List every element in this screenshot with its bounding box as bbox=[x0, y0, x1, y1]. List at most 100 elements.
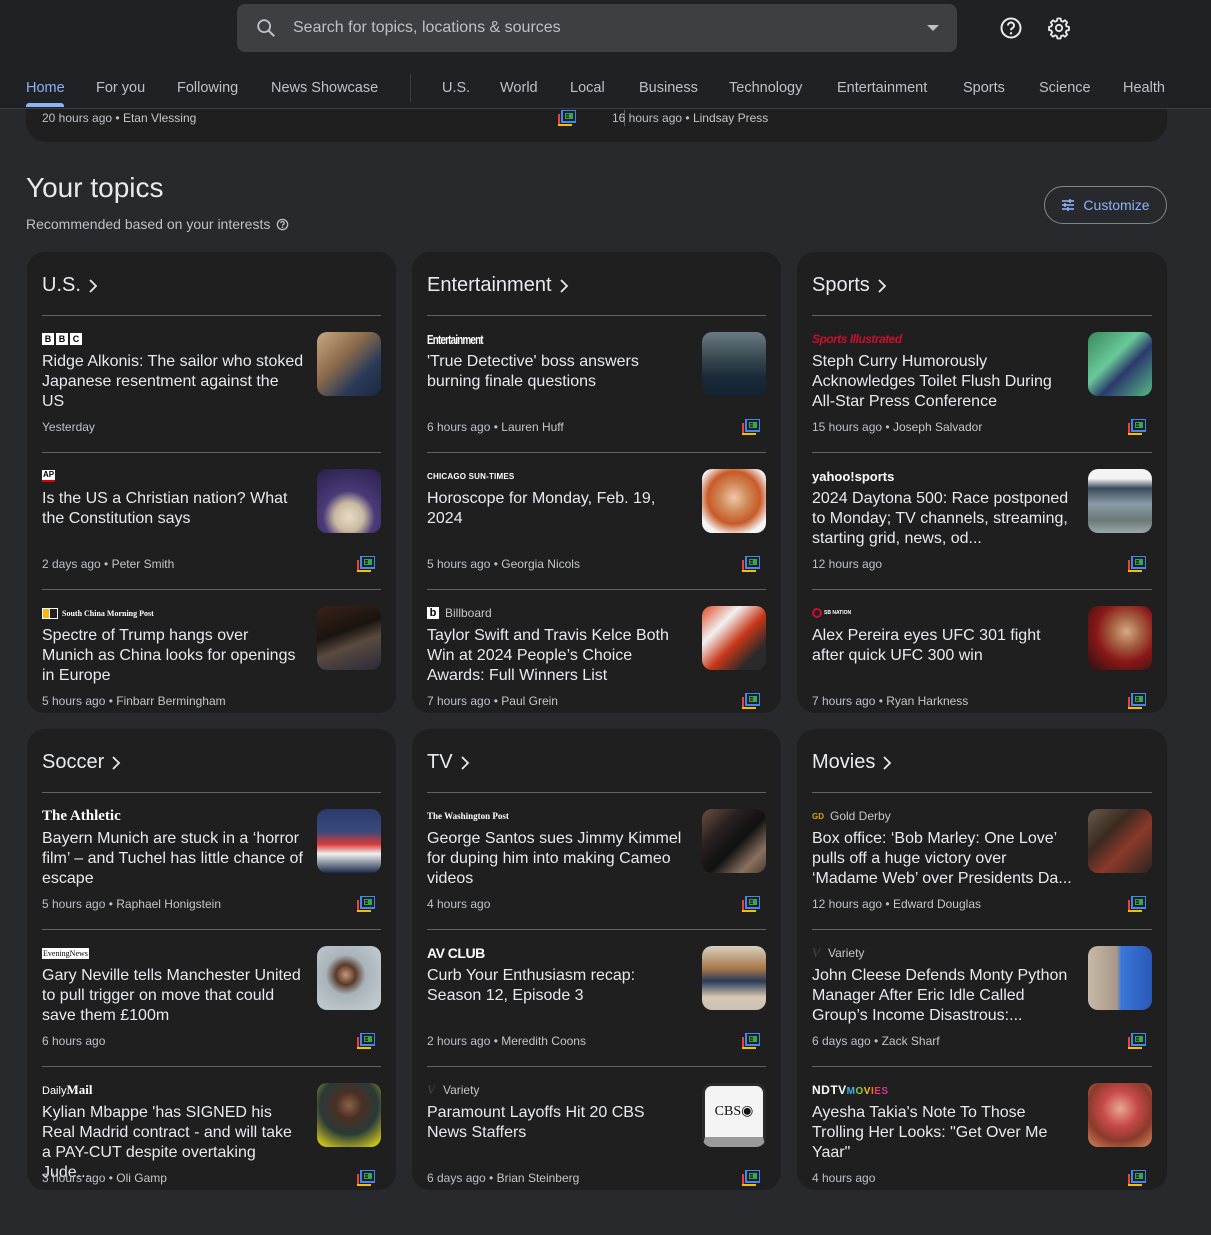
story-item[interactable]: The Washington Post George Santos sues J… bbox=[427, 793, 766, 930]
tab-health[interactable]: Health bbox=[1123, 80, 1165, 96]
customize-button[interactable]: Customize bbox=[1044, 186, 1167, 224]
help-icon[interactable] bbox=[276, 218, 289, 231]
full-coverage-icon[interactable] bbox=[1128, 419, 1146, 435]
topic-title[interactable]: TV bbox=[427, 751, 453, 774]
story-thumbnail[interactable] bbox=[702, 809, 766, 873]
story-item[interactable]: NDTVMOVIES Ayesha Takia's Note To Those … bbox=[812, 1067, 1152, 1204]
story-headline[interactable]: John Cleese Defends Monty Python Manager… bbox=[812, 966, 1074, 1026]
tab-sports[interactable]: Sports bbox=[963, 80, 1005, 96]
story-headline[interactable]: Is the US a Christian nation? What the C… bbox=[42, 489, 304, 529]
gear-icon[interactable] bbox=[1047, 16, 1071, 40]
topic-title[interactable]: Movies bbox=[812, 751, 875, 774]
story-thumbnail[interactable] bbox=[1088, 469, 1152, 533]
topic-header[interactable]: Sports bbox=[812, 266, 1152, 316]
story-headline[interactable]: George Santos sues Jimmy Kimmel for dupi… bbox=[427, 829, 689, 889]
full-coverage-icon[interactable] bbox=[357, 556, 375, 572]
story-item[interactable]: South China Morning Post Spectre of Trum… bbox=[42, 590, 381, 727]
story-thumbnail[interactable] bbox=[317, 1083, 381, 1147]
story-item[interactable]: V Variety John Cleese Defends Monty Pytho… bbox=[812, 930, 1152, 1067]
story-headline[interactable]: Curb Your Enthusiasm recap: Season 12, E… bbox=[427, 966, 689, 1006]
tab-local[interactable]: Local bbox=[570, 80, 605, 96]
story-thumbnail[interactable] bbox=[1088, 606, 1152, 670]
topic-title[interactable]: Entertainment bbox=[427, 274, 552, 297]
story-headline[interactable]: Horoscope for Monday, Feb. 19, 2024 bbox=[427, 489, 689, 529]
tab-technology[interactable]: Technology bbox=[729, 80, 802, 96]
story-thumbnail[interactable] bbox=[702, 606, 766, 670]
story-item[interactable]: BBC Ridge Alkonis: The sailor who stoked… bbox=[42, 316, 381, 453]
story-thumbnail[interactable] bbox=[317, 809, 381, 873]
full-coverage-icon[interactable] bbox=[1128, 693, 1146, 709]
tab-science[interactable]: Science bbox=[1039, 80, 1091, 96]
story-headline[interactable]: Alex Pereira eyes UFC 301 fight after qu… bbox=[812, 626, 1074, 666]
story-item[interactable]: b Billboard Taylor Swift and Travis Kelce… bbox=[427, 590, 766, 727]
story-thumbnail[interactable] bbox=[1088, 946, 1152, 1010]
search-input[interactable] bbox=[293, 19, 927, 37]
full-coverage-icon[interactable] bbox=[742, 896, 760, 912]
story-item[interactable]: AP Is the US a Christian nation? What th… bbox=[42, 453, 381, 590]
tab-following[interactable]: Following bbox=[177, 80, 238, 96]
story-headline[interactable]: Box office: ‘Bob Marley: One Love’ pulls… bbox=[812, 829, 1074, 889]
story-headline[interactable]: Taylor Swift and Travis Kelce Both Win a… bbox=[427, 626, 689, 686]
full-coverage-icon[interactable] bbox=[357, 1170, 375, 1186]
story-thumbnail[interactable] bbox=[1088, 332, 1152, 396]
full-coverage-icon[interactable] bbox=[742, 1170, 760, 1186]
full-coverage-icon[interactable] bbox=[1128, 896, 1146, 912]
story-headline[interactable]: Ayesha Takia's Note To Those Trolling He… bbox=[812, 1103, 1074, 1163]
full-coverage-icon[interactable] bbox=[742, 419, 760, 435]
search-bar[interactable] bbox=[237, 4, 957, 52]
story-item[interactable]: AV CLUB Curb Your Enthusiasm recap: Seas… bbox=[427, 930, 766, 1067]
story-item[interactable]: Sports Illustrated Steph Curry Humorousl… bbox=[812, 316, 1152, 453]
story-headline[interactable]: Ridge Alkonis: The sailor who stoked Jap… bbox=[42, 352, 304, 412]
tab-for-you[interactable]: For you bbox=[96, 80, 145, 96]
story-item[interactable]: GD Gold Derby Box office: ‘Bob Marley: On… bbox=[812, 793, 1152, 930]
full-coverage-icon[interactable] bbox=[742, 693, 760, 709]
story-thumbnail[interactable] bbox=[702, 946, 766, 1010]
story-headline[interactable]: 2024 Daytona 500: Race postponed to Mond… bbox=[812, 489, 1074, 549]
story-headline[interactable]: Steph Curry Humorously Acknowledges Toil… bbox=[812, 352, 1074, 412]
story-item[interactable]: The Athletic Bayern Munich are stuck in … bbox=[42, 793, 381, 930]
story-headline[interactable]: Bayern Munich are stuck in a ‘horror fil… bbox=[42, 829, 304, 889]
story-thumbnail[interactable]: CBS◉ bbox=[702, 1083, 766, 1147]
full-coverage-icon[interactable] bbox=[558, 110, 576, 126]
topic-title[interactable]: U.S. bbox=[42, 274, 81, 297]
story-headline[interactable]: Spectre of Trump hangs over Munich as Ch… bbox=[42, 626, 304, 686]
story-item[interactable]: SB NATION Alex Pereira eyes UFC 301 figh… bbox=[812, 590, 1152, 727]
story-thumbnail[interactable] bbox=[317, 946, 381, 1010]
story-thumbnail[interactable] bbox=[702, 469, 766, 533]
full-coverage-icon[interactable] bbox=[1128, 1033, 1146, 1049]
tab-news-showcase[interactable]: News Showcase bbox=[271, 80, 378, 96]
topic-header[interactable]: Soccer bbox=[42, 743, 381, 793]
topic-header[interactable]: Movies bbox=[812, 743, 1152, 793]
full-coverage-icon[interactable] bbox=[357, 1033, 375, 1049]
story-thumbnail[interactable] bbox=[702, 332, 766, 396]
full-coverage-icon[interactable] bbox=[742, 556, 760, 572]
story-headline[interactable]: Gary Neville tells Manchester United to … bbox=[42, 966, 304, 1026]
tab-business[interactable]: Business bbox=[639, 80, 698, 96]
topic-title[interactable]: Sports bbox=[812, 274, 870, 297]
story-item[interactable]: DailyMail Kylian Mbappe 'has SIGNED his … bbox=[42, 1067, 381, 1204]
topic-header[interactable]: U.S. bbox=[42, 266, 381, 316]
story-item[interactable]: V Variety Paramount Layoffs Hit 20 CBS Ne… bbox=[427, 1067, 766, 1204]
story-thumbnail[interactable] bbox=[317, 606, 381, 670]
story-thumbnail[interactable] bbox=[1088, 1083, 1152, 1147]
story-thumbnail[interactable] bbox=[1088, 809, 1152, 873]
tab-world[interactable]: World bbox=[500, 80, 538, 96]
full-coverage-icon[interactable] bbox=[1128, 556, 1146, 572]
full-coverage-icon[interactable] bbox=[1128, 1170, 1146, 1186]
topic-header[interactable]: Entertainment bbox=[427, 266, 766, 316]
story-headline[interactable]: Paramount Layoffs Hit 20 CBS News Staffe… bbox=[427, 1103, 689, 1143]
help-icon[interactable] bbox=[999, 16, 1023, 40]
full-coverage-icon[interactable] bbox=[357, 896, 375, 912]
topic-header[interactable]: TV bbox=[427, 743, 766, 793]
tab-entertainment[interactable]: Entertainment bbox=[837, 80, 927, 96]
story-item[interactable]: CHICAGO SUN-TIMES Horoscope for Monday, … bbox=[427, 453, 766, 590]
full-coverage-icon[interactable] bbox=[742, 1033, 760, 1049]
topic-title[interactable]: Soccer bbox=[42, 751, 104, 774]
story-thumbnail[interactable] bbox=[317, 469, 381, 533]
search-dropdown-icon[interactable] bbox=[927, 25, 939, 31]
tab-home[interactable]: Home bbox=[26, 80, 65, 96]
story-item[interactable]: Entertainment 'True Detective' boss answ… bbox=[427, 316, 766, 453]
tab-us[interactable]: U.S. bbox=[442, 80, 470, 96]
story-thumbnail[interactable] bbox=[317, 332, 381, 396]
story-item[interactable]: EveningNews Gary Neville tells Mancheste… bbox=[42, 930, 381, 1067]
